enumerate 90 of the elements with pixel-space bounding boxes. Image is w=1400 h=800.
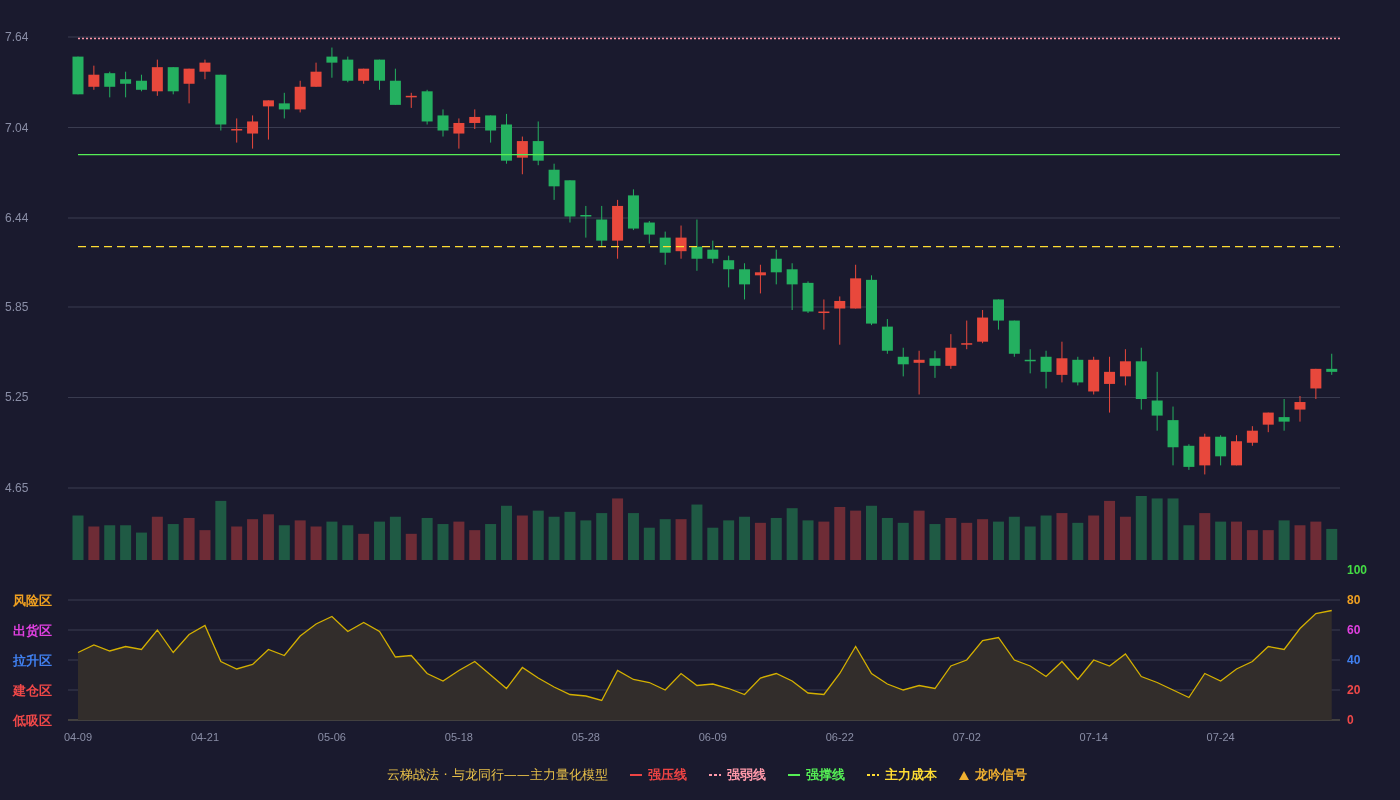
- candlestick: [374, 59, 386, 91]
- candlestick: [739, 262, 751, 300]
- candlestick: [929, 350, 941, 379]
- candlestick: [1151, 371, 1163, 432]
- legend-label: 主力成本: [884, 766, 937, 784]
- candlestick: [945, 333, 957, 370]
- legend-label: 强压线: [647, 766, 687, 784]
- legend-label: 强撑线: [805, 766, 845, 784]
- candlestick: [754, 264, 766, 294]
- date-label: 05-28: [571, 731, 600, 743]
- dashed-line-icon: [866, 773, 879, 777]
- axis-label: 40: [1347, 653, 1361, 667]
- axis-label: 80: [1347, 593, 1361, 607]
- date-label: 06-22: [825, 731, 854, 743]
- zone-label: 建仓区: [13, 683, 52, 698]
- candlestick: [326, 47, 338, 79]
- date-label: 07-24: [1206, 731, 1235, 743]
- date-label: 04-09: [63, 731, 93, 743]
- candlestick: [1119, 348, 1131, 386]
- axis-label: 5.85: [5, 300, 29, 314]
- candlestick: [485, 114, 497, 144]
- candlestick: [453, 117, 465, 150]
- candlestick: [1278, 398, 1290, 432]
- date-label: 06-09: [698, 731, 727, 743]
- candlestick: [1215, 434, 1227, 466]
- candlestick: [342, 56, 354, 83]
- candlestick: [897, 347, 909, 377]
- date-label: 05-06: [317, 731, 346, 743]
- date-label: 07-02: [952, 731, 981, 743]
- legend-label: 龙吟信号: [974, 766, 1027, 784]
- candlestick: [691, 219, 703, 272]
- candlestick: [278, 92, 290, 119]
- axis-label: 0: [1347, 713, 1354, 727]
- candlestick: [961, 320, 973, 350]
- candlestick: [88, 65, 100, 91]
- zone-label: 拉升区: [13, 653, 52, 668]
- candlestick: [247, 114, 259, 150]
- candlestick: [104, 71, 116, 98]
- zone-label: 风险区: [13, 593, 52, 608]
- candlestick: [183, 68, 195, 104]
- candlestick: [120, 71, 132, 98]
- triangle-icon: [958, 770, 969, 780]
- legend-title: 云梯战法 · 与龙同行——主力量化模型: [387, 766, 608, 784]
- candlestick: [199, 59, 211, 80]
- date-label: 04-21: [190, 731, 220, 743]
- dashed-line-icon: [708, 773, 721, 777]
- date-label: 07-14: [1079, 731, 1108, 743]
- axis-label: 7.04: [5, 120, 29, 135]
- candlestick: [1294, 395, 1306, 423]
- candlestick: [1104, 356, 1116, 414]
- zone-label: 出货区: [13, 623, 52, 638]
- axis-label: 6.44: [5, 211, 29, 225]
- candlestick: [834, 295, 846, 346]
- candlestick: [723, 255, 735, 288]
- candlestick: [707, 240, 719, 264]
- zone-label: 低吸区: [13, 713, 52, 728]
- axis-label: 20: [1347, 683, 1361, 697]
- candlestick: [437, 108, 449, 138]
- candlestick: [310, 62, 322, 88]
- candlestick: [516, 136, 528, 175]
- axis-label: 60: [1347, 623, 1361, 637]
- candlestick: [1056, 341, 1068, 383]
- candlestick: [675, 225, 687, 260]
- candlestick: [659, 231, 671, 266]
- candlestick: [1310, 368, 1322, 400]
- axis-label: 7.64: [5, 30, 29, 44]
- solid-line-icon: [787, 773, 800, 777]
- date-label: 05-18: [444, 731, 473, 743]
- candlestick: [532, 120, 544, 166]
- candlestick: [1072, 356, 1084, 386]
- candlestick: [1246, 425, 1258, 447]
- candlestick: [913, 350, 925, 395]
- axis-label: 100: [1347, 563, 1368, 577]
- candlestick: [231, 117, 243, 144]
- candlestick: [643, 220, 655, 245]
- candlestick: [1326, 353, 1338, 376]
- solid-line-icon: [629, 773, 642, 777]
- candlestick: [1183, 443, 1195, 471]
- candlestick: [786, 262, 798, 311]
- candlestick: [469, 108, 481, 130]
- axis-label: 4.65: [5, 481, 29, 495]
- candlestick: [262, 99, 274, 141]
- candlestick: [548, 163, 560, 201]
- candlestick: [596, 205, 608, 248]
- candlestick: [294, 80, 306, 113]
- candlestick: [992, 298, 1004, 331]
- candlestick: [770, 249, 782, 285]
- axis-label: 5.25: [5, 390, 29, 405]
- legend-label: 强弱线: [726, 766, 766, 784]
- candlestick: [1040, 350, 1052, 389]
